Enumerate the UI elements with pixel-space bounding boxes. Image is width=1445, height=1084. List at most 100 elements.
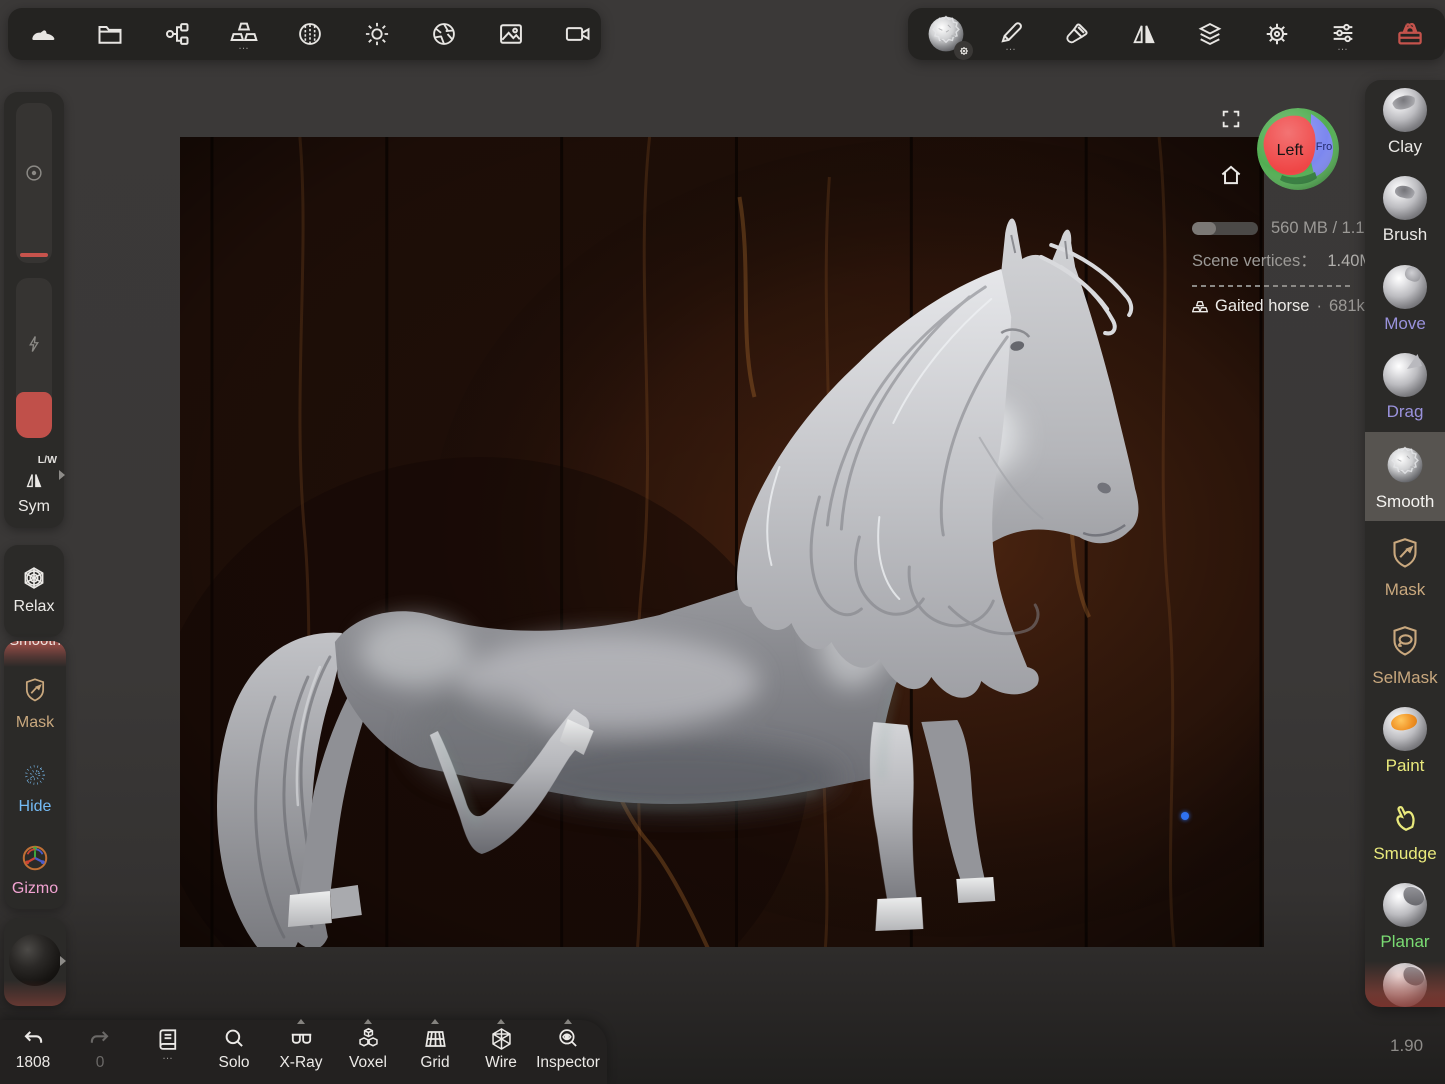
top-right-toolbar: … xyxy=(908,8,1445,60)
matcap-panel-fade xyxy=(4,980,66,1006)
redo-button[interactable]: 0 xyxy=(68,1026,132,1072)
selected-tool-peek-label: Smooth xyxy=(4,641,66,649)
tool-selmask[interactable]: SelMask xyxy=(1365,619,1445,688)
solo-button[interactable]: Solo xyxy=(202,1026,266,1072)
inspector-button[interactable]: Inspector xyxy=(536,1026,600,1072)
nomad-logo-icon[interactable] xyxy=(21,10,65,58)
nav-face-front-label: Fro xyxy=(1316,141,1333,153)
smudge-finger-icon xyxy=(1365,795,1445,839)
zoom-level: 1.90 xyxy=(1390,1036,1423,1056)
topology-icon[interactable]: … xyxy=(222,10,266,58)
mask-shield-icon[interactable] xyxy=(21,676,49,704)
horse-render xyxy=(180,137,1264,947)
brush-sliders-panel: L/W Sym xyxy=(4,92,64,528)
active-tool-preview-button[interactable] xyxy=(923,11,969,57)
layers-stack-icon[interactable] xyxy=(1188,10,1232,58)
tool-smudge[interactable]: Smudge xyxy=(1365,795,1445,864)
drag-sphere-icon xyxy=(1383,353,1427,397)
mesh-object-icon xyxy=(1192,300,1208,314)
stylus-cursor-dot xyxy=(1181,812,1189,820)
background-image-icon[interactable] xyxy=(489,10,533,58)
clay-sphere-icon xyxy=(1383,88,1427,132)
scene-graph-icon[interactable] xyxy=(155,10,199,58)
history-more-dots: … xyxy=(136,1054,200,1058)
paint-sphere-icon xyxy=(1383,707,1427,751)
object-separator: · xyxy=(1316,297,1322,316)
inspector-options-caret xyxy=(564,1019,572,1024)
tool-smooth[interactable]: Smooth xyxy=(1365,443,1445,512)
topology-more-dots: … xyxy=(238,44,250,48)
tool-panel-bottom-fade xyxy=(1365,961,1445,1007)
gizmo-icon[interactable] xyxy=(20,843,50,873)
painting-brush-icon[interactable] xyxy=(1055,10,1099,58)
history-button[interactable]: … xyxy=(136,1026,200,1058)
object-name[interactable]: Gaited horse xyxy=(1215,297,1309,316)
settings-gear-icon[interactable] xyxy=(1255,10,1299,58)
radius-circle-icon xyxy=(23,162,45,184)
radius-slider-value xyxy=(20,253,48,257)
brush-sphere-icon xyxy=(1383,176,1427,220)
relax-panel[interactable]: Relax xyxy=(4,545,64,637)
mask-shield-icon xyxy=(1365,531,1445,575)
move-sphere-icon xyxy=(1383,265,1427,309)
matcap-sphere[interactable] xyxy=(9,934,61,986)
voxel-options-caret xyxy=(364,1019,372,1024)
sym-mode-label: L/W xyxy=(38,454,57,466)
symmetry-toggle-icon[interactable] xyxy=(21,468,47,492)
scene-vertices-label: Scene vertices： xyxy=(1192,252,1317,270)
post-process-aperture-icon[interactable] xyxy=(422,10,466,58)
undo-button[interactable]: 1808 xyxy=(1,1026,65,1072)
tool-planar[interactable]: Planar xyxy=(1365,883,1445,952)
relax-web-icon xyxy=(20,564,48,592)
nav-gizmo-ball[interactable]: Left Fro xyxy=(1255,106,1341,192)
camera-video-icon[interactable] xyxy=(556,10,600,58)
matcap-panel[interactable] xyxy=(4,918,66,1006)
material-sphere-icon[interactable] xyxy=(288,10,332,58)
tool-shortcuts-panel: Smooth Mask Hide xyxy=(4,641,66,909)
files-folder-icon[interactable] xyxy=(88,10,132,58)
xray-button[interactable]: X-Ray xyxy=(269,1026,333,1072)
home-icon[interactable] xyxy=(1217,161,1245,189)
tool-panel: Clay Brush Move Drag Smooth xyxy=(1365,80,1445,1007)
bottom-toolbar: 1808 0 … Solo X-Ray xyxy=(0,1020,607,1084)
lighting-sun-icon[interactable] xyxy=(355,10,399,58)
selected-tool-peek: Smooth xyxy=(4,641,66,667)
intensity-slider-value xyxy=(16,392,52,438)
tool-brush[interactable]: Brush xyxy=(1365,176,1445,245)
object-vertex-count: 681k xyxy=(1329,297,1365,316)
stroke-more-dots: … xyxy=(1005,45,1017,49)
voxel-button[interactable]: Voxel xyxy=(336,1026,400,1072)
matcap-expand-arrow[interactable] xyxy=(60,956,66,966)
nav-face-left-label: Left xyxy=(1277,142,1304,159)
sym-expand-arrow[interactable] xyxy=(59,470,65,480)
tool-move[interactable]: Move xyxy=(1365,265,1445,334)
symmetry-mirror-icon[interactable] xyxy=(1122,10,1166,58)
mask-shortcut-label[interactable]: Mask xyxy=(4,714,66,732)
tool-paint[interactable]: Paint xyxy=(1365,707,1445,776)
hide-shortcut-label[interactable]: Hide xyxy=(4,798,66,816)
app-window: Left Fro 560 MB / 1.10 G Scene vertices：… xyxy=(0,0,1445,1084)
radius-slider[interactable] xyxy=(16,103,52,263)
toolbox-icon[interactable] xyxy=(1388,10,1432,58)
tool-mask[interactable]: Mask xyxy=(1365,531,1445,600)
intensity-slider[interactable] xyxy=(16,278,52,438)
planar-sphere-icon xyxy=(1383,883,1427,927)
hide-dotted-icon[interactable] xyxy=(21,761,49,789)
memory-usage-bar xyxy=(1192,222,1258,235)
sculpt-viewport[interactable] xyxy=(180,137,1264,947)
sym-label[interactable]: Sym xyxy=(4,498,64,516)
wire-options-caret xyxy=(497,1019,505,1024)
tool-clay[interactable]: Clay xyxy=(1365,88,1445,157)
lightning-icon xyxy=(23,333,45,355)
fullscreen-icon[interactable] xyxy=(1219,107,1243,131)
stroke-pencil-icon[interactable]: … xyxy=(989,10,1033,58)
tool-drag[interactable]: Drag xyxy=(1365,353,1445,422)
tool-settings-badge[interactable] xyxy=(954,41,973,60)
gizmo-shortcut-label[interactable]: Gizmo xyxy=(4,880,66,898)
interface-sliders-icon[interactable]: … xyxy=(1321,10,1365,58)
wire-button[interactable]: Wire xyxy=(469,1026,533,1072)
xray-options-caret xyxy=(297,1019,305,1024)
stats-divider xyxy=(1192,285,1354,287)
relax-label[interactable]: Relax xyxy=(4,598,64,616)
grid-button[interactable]: Grid xyxy=(403,1026,467,1072)
